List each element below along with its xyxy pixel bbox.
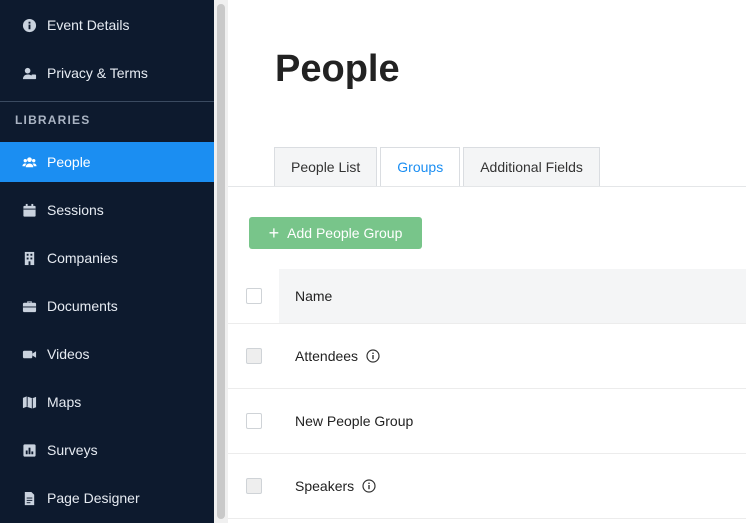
sidebar-item-documents[interactable]: Documents bbox=[0, 286, 214, 326]
sidebar-item-label: Documents bbox=[47, 298, 118, 314]
sidebar-item-label: Maps bbox=[47, 394, 82, 410]
sidebar-item-maps[interactable]: Maps bbox=[0, 382, 214, 422]
sidebar-item-companies[interactable]: Companies bbox=[0, 238, 214, 278]
sidebar-item-page-designer[interactable]: Page Designer bbox=[0, 478, 214, 518]
sidebar-item-label: Companies bbox=[47, 250, 118, 266]
sidebar-item-label: Sessions bbox=[47, 202, 104, 218]
sidebar-item-label: People bbox=[47, 154, 91, 170]
sidebar: Event Details Privacy & Terms LIBRARIES … bbox=[0, 0, 214, 523]
row-checkbox-cell bbox=[228, 389, 279, 453]
table-row[interactable]: Speakers bbox=[228, 454, 746, 519]
tab-people-list[interactable]: People List bbox=[274, 147, 378, 187]
add-people-group-button[interactable]: + Add People Group bbox=[249, 217, 422, 249]
tab-bar: People List Groups Additional Fields bbox=[274, 147, 603, 187]
chart-icon bbox=[22, 443, 37, 458]
row-checkbox-cell bbox=[228, 324, 279, 388]
sidebar-item-label: Privacy & Terms bbox=[47, 65, 148, 81]
row-checkbox[interactable] bbox=[245, 478, 262, 494]
table-header-row: Name bbox=[228, 269, 746, 324]
sidebar-item-surveys[interactable]: Surveys bbox=[0, 430, 214, 470]
sidebar-item-people[interactable]: People bbox=[0, 142, 214, 182]
column-header-name[interactable]: Name bbox=[279, 269, 746, 323]
group-name-cell: New People Group bbox=[279, 389, 746, 453]
row-checkbox[interactable] bbox=[245, 413, 262, 429]
info-icon[interactable] bbox=[366, 349, 380, 363]
tab-groups[interactable]: Groups bbox=[380, 147, 461, 187]
sidebar-scrollbar-thumb[interactable] bbox=[217, 4, 225, 519]
file-icon bbox=[22, 491, 37, 506]
info-circle-icon bbox=[22, 18, 37, 33]
sidebar-item-label: Surveys bbox=[47, 442, 98, 458]
video-camera-icon bbox=[22, 347, 37, 362]
row-checkbox-cell bbox=[228, 454, 279, 518]
sidebar-item-videos[interactable]: Videos bbox=[0, 334, 214, 374]
info-icon[interactable] bbox=[362, 479, 376, 493]
sidebar-item-event-details[interactable]: Event Details bbox=[0, 5, 214, 45]
sidebar-item-label: Page Designer bbox=[47, 490, 140, 506]
sidebar-item-label: Event Details bbox=[47, 17, 130, 33]
calendar-icon bbox=[22, 203, 37, 218]
sidebar-section-header: LIBRARIES bbox=[15, 113, 91, 127]
group-name-cell: Speakers bbox=[279, 454, 746, 518]
briefcase-icon bbox=[22, 299, 37, 314]
group-name[interactable]: New People Group bbox=[295, 413, 413, 429]
tab-divider bbox=[228, 186, 746, 187]
table-row[interactable]: Attendees bbox=[228, 324, 746, 389]
users-icon bbox=[22, 155, 37, 170]
row-checkbox[interactable] bbox=[245, 348, 262, 364]
plus-icon: + bbox=[268, 223, 280, 243]
group-name-cell: Attendees bbox=[279, 324, 746, 388]
building-icon bbox=[22, 251, 37, 266]
page-title: People bbox=[275, 48, 400, 90]
tab-additional-fields[interactable]: Additional Fields bbox=[463, 147, 600, 187]
map-icon bbox=[22, 395, 37, 410]
sidebar-divider bbox=[0, 101, 214, 102]
select-all-checkbox[interactable] bbox=[245, 288, 262, 304]
select-all-cell bbox=[228, 269, 279, 323]
add-button-label: Add People Group bbox=[287, 225, 403, 241]
group-name[interactable]: Attendees bbox=[295, 348, 358, 364]
table-row[interactable]: New People Group bbox=[228, 389, 746, 454]
sidebar-item-sessions[interactable]: Sessions bbox=[0, 190, 214, 230]
sidebar-item-privacy-terms[interactable]: Privacy & Terms bbox=[0, 53, 214, 93]
groups-table: Name Attendees New People Group Speakers bbox=[228, 269, 746, 519]
sidebar-item-label: Videos bbox=[47, 346, 90, 362]
group-name[interactable]: Speakers bbox=[295, 478, 354, 494]
user-lock-icon bbox=[22, 66, 37, 81]
